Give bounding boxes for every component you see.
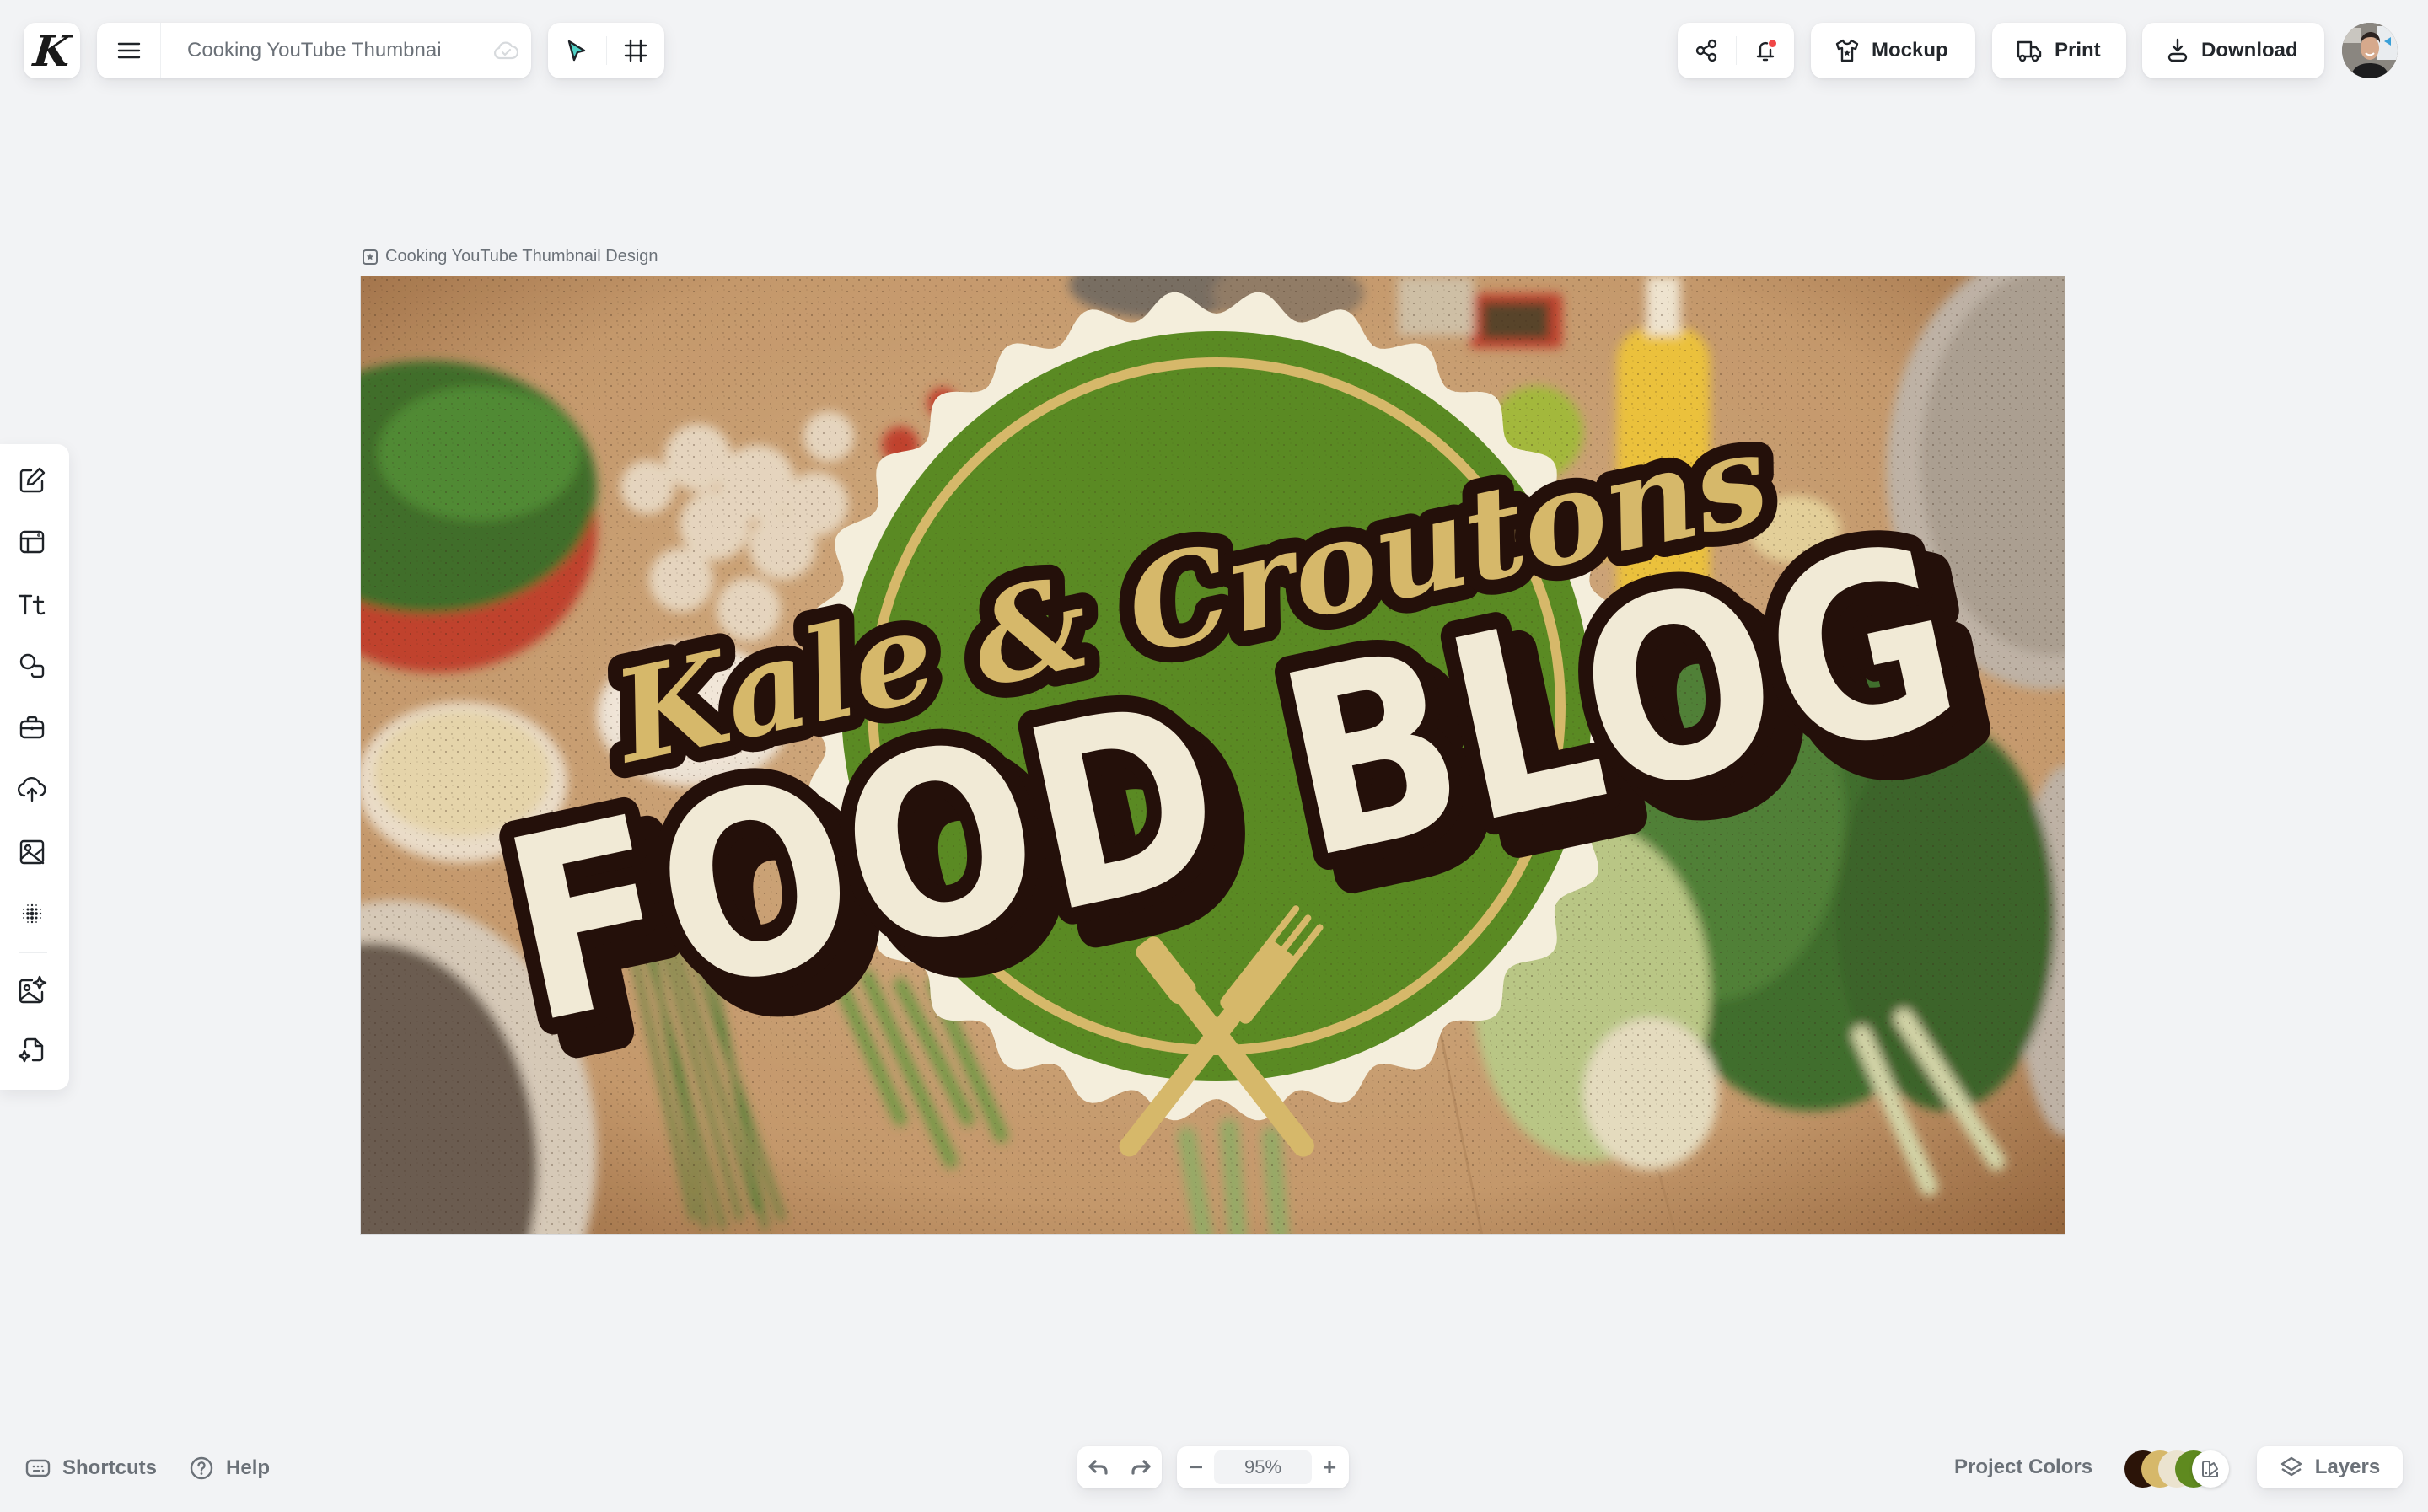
save-status — [481, 40, 531, 62]
sidebar-item-edit[interactable] — [15, 464, 49, 497]
text-icon — [18, 594, 46, 615]
sidebar-item-ai-image[interactable] — [15, 973, 49, 1007]
project-colors-label: Project Colors — [1954, 1456, 2093, 1478]
zoom-in-button[interactable]: + — [1317, 1454, 1342, 1481]
notification-badge — [1768, 40, 1776, 47]
cloud-check-icon — [494, 41, 518, 60]
sidebar-item-text[interactable] — [15, 587, 49, 621]
sidebar-divider — [19, 952, 47, 953]
sparkle-file-icon — [18, 1037, 44, 1063]
print-button[interactable]: Print — [1992, 23, 2126, 78]
design-canvas[interactable]: Kale & Croutons Kale & Croutons FOOD BLO… — [360, 276, 2065, 1235]
document-title[interactable]: Cooking YouTube Thumbnai — [161, 39, 481, 62]
image-icon — [19, 839, 45, 865]
shapes-icon — [19, 653, 45, 678]
sidebar-item-images[interactable] — [15, 835, 49, 869]
palette-swatch-icon — [2202, 1461, 2218, 1477]
zoom-level[interactable]: 95% — [1214, 1450, 1312, 1484]
cloud-upload-icon — [17, 776, 46, 802]
canvas-title: Cooking YouTube Thumbnail Design — [385, 247, 658, 265]
sparkle-image-icon — [19, 975, 47, 1004]
menu-button[interactable] — [97, 23, 161, 78]
avatar-photo — [2342, 23, 2398, 78]
layout-icon — [19, 530, 45, 554]
download-label: Download — [2201, 39, 2298, 62]
zoom-out-button[interactable]: − — [1184, 1454, 1209, 1481]
footer-left: Shortcuts Help — [25, 1456, 270, 1481]
left-toolbar — [0, 444, 69, 1090]
hamburger-icon — [117, 42, 140, 59]
sidebar-item-uploads[interactable] — [15, 773, 49, 807]
help-button[interactable]: Help — [189, 1456, 270, 1481]
share-icon — [1696, 39, 1717, 62]
notifications-button[interactable] — [1737, 23, 1795, 78]
keyboard-icon — [25, 1459, 51, 1477]
thumbnail-design: Kale & Croutons Kale & Croutons FOOD BLO… — [361, 276, 2065, 1234]
help-icon — [190, 1456, 213, 1480]
pencil-square-icon — [19, 467, 46, 493]
palette-button[interactable] — [2192, 1450, 2229, 1488]
sidebar-item-brand[interactable] — [15, 710, 49, 744]
layers-label: Layers — [2314, 1456, 2381, 1478]
canvas-label[interactable]: Cooking YouTube Thumbnail Design — [362, 247, 658, 266]
share-button[interactable] — [1678, 23, 1736, 78]
frame-tool-button[interactable] — [607, 23, 665, 78]
app-logo[interactable]: K — [24, 23, 80, 78]
sidebar-item-ai-tools[interactable] — [15, 1034, 49, 1068]
truck-icon — [2017, 40, 2042, 62]
canvas-tools — [548, 23, 664, 78]
share-notify-group — [1678, 23, 1794, 78]
halftone-icon — [22, 903, 42, 924]
print-label: Print — [2055, 39, 2101, 62]
project-colors[interactable] — [2124, 1450, 2234, 1488]
mockup-label: Mockup — [1872, 39, 1948, 62]
redo-icon[interactable] — [1130, 1458, 1152, 1477]
layers-icon — [2280, 1456, 2302, 1477]
artboard-icon — [363, 249, 378, 265]
download-button[interactable]: Download — [2142, 23, 2324, 78]
layers-button[interactable]: Layers — [2257, 1446, 2403, 1488]
download-icon — [2167, 38, 2188, 62]
sidebar-item-shapes[interactable] — [15, 649, 49, 683]
shortcuts-button[interactable]: Shortcuts — [25, 1456, 157, 1480]
logo-letter: K — [30, 25, 73, 76]
frame-icon — [624, 39, 647, 62]
cursor-arrow-icon — [568, 40, 586, 62]
user-avatar[interactable] — [2342, 23, 2398, 78]
select-tool-button[interactable] — [548, 23, 606, 78]
zoom-controls: − 95% + — [1177, 1446, 1349, 1488]
shortcuts-label: Shortcuts — [62, 1456, 158, 1479]
sidebar-item-patterns[interactable] — [15, 897, 49, 930]
tshirt-icon — [1835, 39, 1859, 62]
briefcase-icon — [19, 716, 45, 739]
document-titlebar: Cooking YouTube Thumbnai — [97, 23, 531, 78]
undo-icon[interactable] — [1088, 1458, 1109, 1477]
mockup-button[interactable]: Mockup — [1811, 23, 1975, 78]
sidebar-item-templates[interactable] — [15, 525, 49, 559]
history-controls — [1077, 1446, 1162, 1488]
help-label: Help — [226, 1456, 271, 1479]
